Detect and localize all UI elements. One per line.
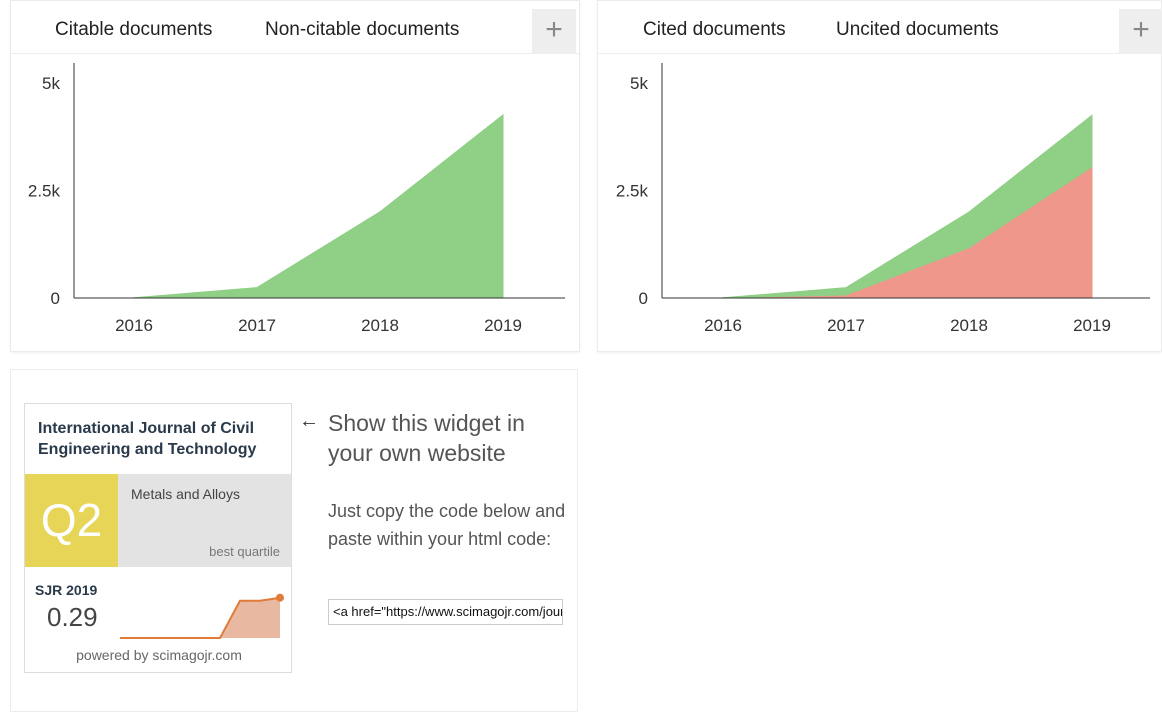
sparkline-endpoint (276, 593, 284, 602)
cited-documents-panel: Cited documents Uncited documents + 0 2.5… (597, 0, 1162, 352)
powered-by-text: powered by scimagojr.com (76, 647, 242, 663)
x-tick-label: 2018 (361, 316, 399, 335)
y-tick-label: 2.5k (616, 182, 649, 201)
x-tick-label: 2019 (484, 316, 522, 335)
tab-uncited-documents[interactable]: Uncited documents (836, 19, 999, 41)
x-tick-label: 2019 (1073, 316, 1111, 335)
quartile-box: Q2 (25, 474, 118, 567)
sjr-sparkline (120, 593, 284, 639)
y-tick-label: 0 (639, 289, 648, 308)
sparkline-area (120, 597, 280, 638)
y-tick-label: 2.5k (28, 182, 61, 201)
plus-icon[interactable]: + (1119, 9, 1162, 53)
quartile-value: Q2 (40, 494, 103, 546)
area-series-1 (133, 113, 504, 299)
widget-card: International Journal of Civil Engineeri… (10, 369, 578, 712)
sjr-label: SJR 2019 (35, 582, 98, 598)
x-tick-label: 2018 (950, 316, 988, 335)
x-tick-label: 2016 (704, 316, 742, 335)
chart-tabs: Citable documents Non-citable documents … (11, 1, 579, 54)
y-tick-label: 0 (51, 289, 60, 308)
widget-heading: Show this widget in your own website (328, 410, 525, 466)
tab-citable-documents[interactable]: Citable documents (55, 19, 212, 41)
sjr-value: 0.29 (47, 602, 98, 632)
plus-icon[interactable]: + (532, 9, 576, 53)
quartile-label: best quartile (209, 544, 280, 559)
embed-code-field[interactable]: <a href="https://www.scimagojr.com/journ… (328, 599, 563, 625)
left-arrow-icon: ← (299, 410, 319, 432)
y-tick-label: 5k (42, 74, 60, 93)
category-name: Metals and Alloys (131, 486, 240, 502)
widget-instructions: Just copy the code below and paste withi… (328, 501, 566, 549)
cited-documents-chart: 0 2.5k 5k 2016 2017 2018 2019 (616, 63, 1150, 335)
x-tick-label: 2017 (238, 316, 276, 335)
category-box: Metals and Alloys best quartile (118, 474, 291, 567)
y-tick-label: 5k (630, 74, 648, 93)
citable-documents-chart: 0 2.5k 5k 2016 2017 2018 2019 (28, 63, 565, 335)
journal-title: International Journal of Civil Engineeri… (38, 420, 257, 458)
sjr-widget[interactable]: International Journal of Civil Engineeri… (24, 403, 292, 673)
citable-documents-panel: Citable documents Non-citable documents … (10, 0, 580, 352)
chart-tabs: Cited documents Uncited documents + (598, 1, 1162, 54)
x-tick-label: 2016 (115, 316, 153, 335)
tab-non-citable-documents[interactable]: Non-citable documents (265, 19, 459, 41)
x-tick-label: 2017 (827, 316, 865, 335)
tab-cited-documents[interactable]: Cited documents (643, 19, 786, 41)
